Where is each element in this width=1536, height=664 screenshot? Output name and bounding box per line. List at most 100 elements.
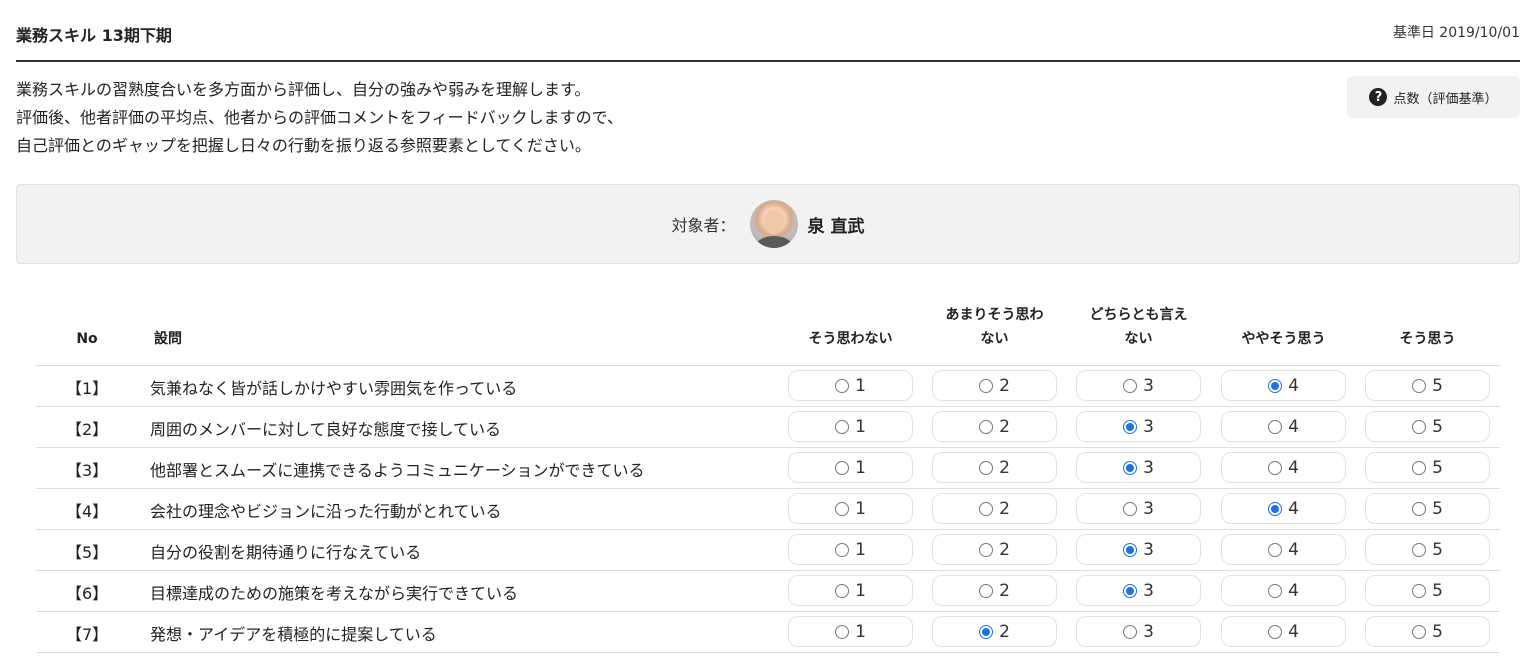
header-option-5: そう思う <box>1355 327 1500 351</box>
rating-option-3[interactable]: 3 <box>1076 452 1201 483</box>
rating-option-2[interactable]: 2 <box>932 575 1057 606</box>
rating-option-5[interactable]: 5 <box>1365 575 1490 606</box>
radio-button[interactable] <box>835 583 850 598</box>
radio-button[interactable] <box>1123 460 1138 475</box>
rating-option-label: 1 <box>855 580 866 601</box>
rating-option-1[interactable]: 1 <box>788 534 913 565</box>
radio-button[interactable] <box>979 583 994 598</box>
rating-option-4[interactable]: 4 <box>1221 493 1346 524</box>
radio-button[interactable] <box>835 501 850 516</box>
question-number: 【7】 <box>66 625 109 644</box>
radio-button[interactable] <box>1123 378 1138 393</box>
rating-option-2[interactable]: 2 <box>932 616 1057 647</box>
target-person-panel: 対象者： 泉 直武 <box>16 184 1520 264</box>
rating-option-label: 1 <box>855 375 866 396</box>
rating-option-5[interactable]: 5 <box>1365 616 1490 647</box>
rating-option-2[interactable]: 2 <box>932 493 1057 524</box>
radio-button[interactable] <box>1268 542 1283 557</box>
rating-option-5[interactable]: 5 <box>1365 452 1490 483</box>
radio-button[interactable] <box>1123 542 1138 557</box>
rating-option-1[interactable]: 1 <box>788 575 913 606</box>
rating-option-2[interactable]: 2 <box>932 411 1057 442</box>
rating-option-1[interactable]: 1 <box>788 452 913 483</box>
radio-button[interactable] <box>979 378 994 393</box>
radio-button[interactable] <box>1412 583 1427 598</box>
rating-option-4[interactable]: 4 <box>1221 452 1346 483</box>
radio-button[interactable] <box>1123 419 1138 434</box>
description-line: 自己評価とのギャップを把握し日々の行動を振り返る参照要素としてください。 <box>16 136 591 155</box>
radio-button[interactable] <box>979 624 994 639</box>
radio-button[interactable] <box>979 501 994 516</box>
question-text: 発想・アイデアを積極的に提案している <box>150 625 437 644</box>
rating-option-label: 5 <box>1432 416 1443 437</box>
radio-button[interactable] <box>835 460 850 475</box>
rating-option-4[interactable]: 4 <box>1221 616 1346 647</box>
rating-option-3[interactable]: 3 <box>1076 616 1201 647</box>
rating-option-2[interactable]: 2 <box>932 370 1057 401</box>
question-number: 【5】 <box>66 543 109 562</box>
rating-option-3[interactable]: 3 <box>1076 370 1201 401</box>
radio-button[interactable] <box>835 624 850 639</box>
radio-button[interactable] <box>1412 501 1427 516</box>
radio-button[interactable] <box>979 460 994 475</box>
table-row: 【4】 会社の理念やビジョンに沿った行動がとれている 1 2 3 4 5 <box>36 489 1500 530</box>
radio-button[interactable] <box>1268 501 1283 516</box>
rating-option-4[interactable]: 4 <box>1221 534 1346 565</box>
rating-option-3[interactable]: 3 <box>1076 534 1201 565</box>
rating-option-1[interactable]: 1 <box>788 370 913 401</box>
rating-option-3[interactable]: 3 <box>1076 493 1201 524</box>
description-line: 評価後、他者評価の平均点、他者からの評価コメントをフィードバックしますので、 <box>16 108 624 127</box>
header-option-1: そう思わない <box>778 327 923 351</box>
question-text: 気兼ねなく皆が話しかけやすい雰囲気を作っている <box>150 379 518 398</box>
rating-option-4[interactable]: 4 <box>1221 575 1346 606</box>
rating-option-1[interactable]: 1 <box>788 493 913 524</box>
radio-button[interactable] <box>1412 460 1427 475</box>
radio-button[interactable] <box>1268 378 1283 393</box>
rating-option-3[interactable]: 3 <box>1076 575 1201 606</box>
page-title: 業務スキル 13期下期 <box>16 26 172 45</box>
rating-option-label: 2 <box>999 416 1010 437</box>
rating-option-4[interactable]: 4 <box>1221 370 1346 401</box>
radio-button[interactable] <box>1412 419 1427 434</box>
rating-option-5[interactable]: 5 <box>1365 493 1490 524</box>
rating-option-label: 4 <box>1288 539 1299 560</box>
criteria-button[interactable]: ? 点数（評価基準） <box>1347 76 1520 118</box>
rating-option-5[interactable]: 5 <box>1365 534 1490 565</box>
radio-button[interactable] <box>1123 624 1138 639</box>
radio-button[interactable] <box>1268 419 1283 434</box>
rating-option-5[interactable]: 5 <box>1365 411 1490 442</box>
rating-option-label: 3 <box>1143 498 1154 519</box>
rating-option-1[interactable]: 1 <box>788 616 913 647</box>
rating-option-2[interactable]: 2 <box>932 534 1057 565</box>
radio-button[interactable] <box>979 542 994 557</box>
rating-option-label: 1 <box>855 498 866 519</box>
radio-button[interactable] <box>835 378 850 393</box>
header-option-line2: ない <box>980 331 1009 347</box>
rating-option-label: 4 <box>1288 416 1299 437</box>
rating-option-label: 3 <box>1143 580 1154 601</box>
radio-button[interactable] <box>1123 583 1138 598</box>
rating-option-1[interactable]: 1 <box>788 411 913 442</box>
radio-button[interactable] <box>1412 624 1427 639</box>
rating-option-3[interactable]: 3 <box>1076 411 1201 442</box>
radio-button[interactable] <box>1268 624 1283 639</box>
radio-button[interactable] <box>1123 501 1138 516</box>
radio-button[interactable] <box>1412 378 1427 393</box>
header-option-line1: あまりそう思わ <box>945 307 1044 323</box>
rating-option-label: 5 <box>1432 621 1443 642</box>
rating-option-label: 5 <box>1432 580 1443 601</box>
header-option-3: どちらとも言え ない <box>1066 303 1211 351</box>
radio-button[interactable] <box>1268 460 1283 475</box>
radio-button[interactable] <box>835 419 850 434</box>
radio-button[interactable] <box>1268 583 1283 598</box>
radio-button[interactable] <box>1412 542 1427 557</box>
rating-option-label: 2 <box>999 375 1010 396</box>
radio-button[interactable] <box>979 419 994 434</box>
rating-option-5[interactable]: 5 <box>1365 370 1490 401</box>
rating-option-label: 5 <box>1432 457 1443 478</box>
table-row: 【5】 自分の役割を期待通りに行なえている 1 2 3 4 5 <box>36 530 1500 571</box>
rating-option-4[interactable]: 4 <box>1221 411 1346 442</box>
rating-option-2[interactable]: 2 <box>932 452 1057 483</box>
radio-button[interactable] <box>835 542 850 557</box>
description-line: 業務スキルの習熟度合いを多方面から評価し、自分の強みや弱みを理解します。 <box>16 80 591 99</box>
